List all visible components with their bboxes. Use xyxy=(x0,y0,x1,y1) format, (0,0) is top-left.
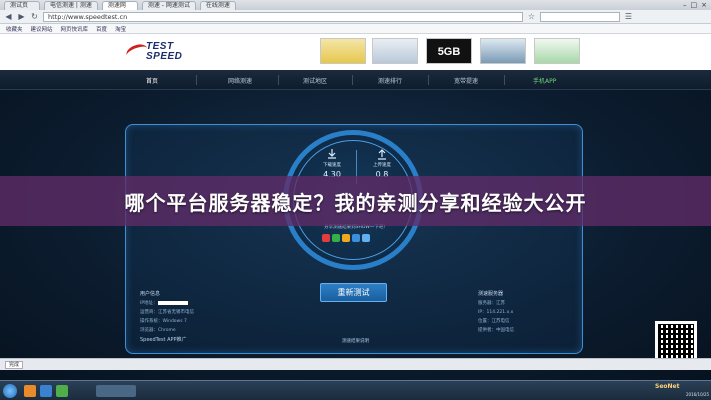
window-controls: – □ × xyxy=(683,1,707,9)
nav-divider xyxy=(428,75,429,85)
header-ad[interactable] xyxy=(320,38,366,64)
app-promo-link[interactable]: SpeedTest APP推广 xyxy=(140,336,187,343)
refresh-icon[interactable]: ↻ xyxy=(30,12,39,21)
upload-label: 上传速度 xyxy=(373,163,391,168)
minimize-icon[interactable]: – xyxy=(683,1,687,9)
header-ad[interactable] xyxy=(534,38,580,64)
nav-item-boost[interactable]: 宽带提速 xyxy=(454,76,478,85)
server-info: 测速服务器 服务器：江苏 IP：114.221.x.x 位置：江苏电信 提供者：… xyxy=(478,290,514,335)
browser-icon[interactable] xyxy=(40,385,52,397)
nav-item-region[interactable]: 测试地区 xyxy=(303,76,327,85)
client-info-line: 运营商：江苏省无锡市电信 xyxy=(140,310,194,315)
explorer-icon[interactable] xyxy=(24,385,36,397)
headline-banner: 哪个平台服务器稳定？我的亲测分享和经验大公开 xyxy=(0,176,711,226)
share-buttons xyxy=(322,234,370,242)
download-label: 下载速度 xyxy=(323,163,341,168)
search-input[interactable] xyxy=(540,11,620,22)
menu-icon[interactable]: ☰ xyxy=(624,12,633,21)
upload-icon xyxy=(378,149,386,160)
server-info-line: 服务器：江苏 xyxy=(478,301,505,306)
bookmark-item[interactable]: 收藏夹 xyxy=(6,25,23,33)
retest-button[interactable]: 重新测试 xyxy=(320,283,387,302)
server-info-line: 提供者：中国电信 xyxy=(478,328,514,333)
app-icon[interactable] xyxy=(56,385,68,397)
status-chip: 完成 xyxy=(5,361,24,369)
nav-item-home[interactable]: 首页 xyxy=(146,76,158,85)
logo-text: TEST SPEED xyxy=(146,42,182,62)
bookmarks-bar: 收藏夹 建议网站 网页快讯库 百度 淘宝 xyxy=(0,24,711,34)
start-button[interactable] xyxy=(3,384,17,398)
browser-tab[interactable]: 测速 - 网速测试 xyxy=(141,1,196,10)
headline-text: 哪个平台服务器稳定？我的亲测分享和经验大公开 xyxy=(124,190,587,215)
maximize-icon[interactable]: □ xyxy=(691,1,698,9)
client-info-line: 浏览器：Chrome xyxy=(140,328,176,333)
client-info-line: IP地址： xyxy=(140,299,194,308)
header-ad[interactable] xyxy=(480,38,526,64)
os-taskbar xyxy=(0,380,711,400)
server-info-line: 位置：江苏电信 xyxy=(478,319,510,324)
qr-code xyxy=(655,321,697,363)
download-result: 下载速度 4.30 xyxy=(310,148,354,179)
close-icon[interactable]: × xyxy=(701,1,707,9)
nav-divider xyxy=(352,75,353,85)
nav-item-app[interactable]: 手机APP xyxy=(533,76,556,85)
panel-footer-note[interactable]: 测速结果说明 xyxy=(342,338,369,344)
site-logo[interactable]: TEST SPEED xyxy=(124,41,212,63)
bookmark-item[interactable]: 建议网站 xyxy=(31,25,53,33)
browser-tab[interactable]: 电信测速 | 测速 xyxy=(44,1,98,10)
browser-tab-active[interactable]: 测速网 xyxy=(101,1,138,10)
nav-item-ranking[interactable]: 测速排行 xyxy=(378,76,402,85)
header-ad[interactable] xyxy=(372,38,418,64)
download-icon xyxy=(328,149,336,159)
nav-item-speedtest[interactable]: 网络测速 xyxy=(228,76,252,85)
forward-icon[interactable]: ▶ xyxy=(17,12,26,21)
client-info: 用户信息 IP地址： 运营商：江苏省无锡市电信 操作系统：Windows 7 浏… xyxy=(140,290,194,335)
site-header: TEST SPEED 5GB xyxy=(0,34,711,70)
upload-result: 上传速度 0.8 xyxy=(360,148,404,179)
client-info-line: 操作系统：Windows 7 xyxy=(140,319,187,324)
bookmark-item[interactable]: 淘宝 xyxy=(115,25,126,33)
server-info-line: IP：114.221.x.x xyxy=(478,310,514,315)
nav-divider xyxy=(278,75,279,85)
active-window-button[interactable] xyxy=(96,385,136,397)
weibo-icon[interactable] xyxy=(322,234,330,242)
logo-text-bottom: SPEED xyxy=(146,51,183,62)
back-icon[interactable]: ◀ xyxy=(4,12,13,21)
bookmark-item[interactable]: 网页快讯库 xyxy=(61,25,89,33)
client-info-title: 用户信息 xyxy=(140,291,161,297)
url-input[interactable]: http://www.speedtest.cn xyxy=(43,11,523,22)
server-info-title: 测速服务器 xyxy=(478,291,504,297)
nav-divider xyxy=(504,75,505,85)
nav-divider xyxy=(196,75,197,85)
wechat-icon[interactable] xyxy=(332,234,340,242)
address-bar: ◀ ▶ ↻ http://www.speedtest.cn ☆ ☰ xyxy=(0,10,711,24)
watermark: SeoNet xyxy=(655,383,680,390)
main-nav: 首页 网络测速 测试地区 测速排行 宽带提速 手机APP xyxy=(0,70,711,90)
browser-tab-bar: 测试页 电信测速 | 测速 测速网 测速 - 网速测试 在线测速 – □ × xyxy=(0,0,711,10)
more-share-icon[interactable] xyxy=(362,234,370,242)
browser-tab[interactable]: 测试页 xyxy=(4,1,40,10)
bookmark-item[interactable]: 百度 xyxy=(96,25,107,33)
browser-tab[interactable]: 在线测速 xyxy=(199,1,236,10)
star-icon[interactable]: ☆ xyxy=(527,12,536,21)
browser-status-bar: 完成 xyxy=(0,358,711,370)
header-ad-5gb[interactable]: 5GB xyxy=(426,38,472,64)
redacted-ip xyxy=(157,300,188,305)
taskbar-clock: 2016/10/25 xyxy=(686,392,710,397)
qq-icon[interactable] xyxy=(352,234,360,242)
qzone-icon[interactable] xyxy=(342,234,350,242)
